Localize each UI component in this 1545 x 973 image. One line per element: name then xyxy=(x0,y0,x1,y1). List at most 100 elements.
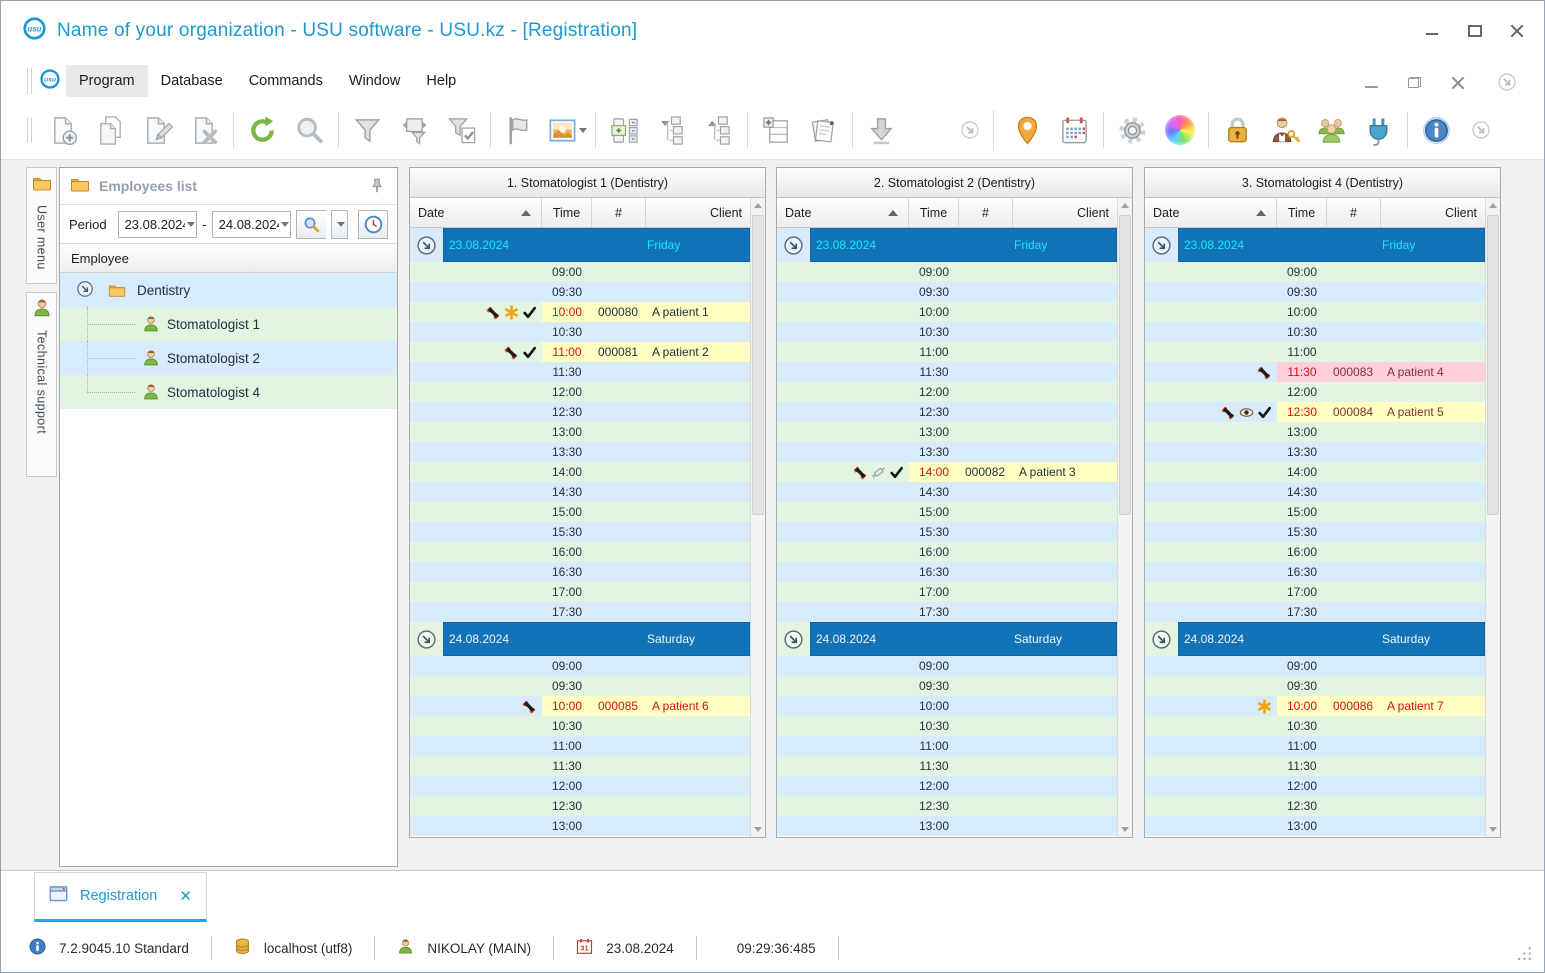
date-group-row[interactable]: 24.08.2024 Saturday xyxy=(777,622,1117,656)
time-slot-row[interactable]: 11:30 xyxy=(1145,756,1485,776)
column-header-number[interactable]: # xyxy=(959,198,1013,227)
slot-time[interactable]: 10:00 xyxy=(909,302,959,322)
time-slot-row[interactable]: 09:30 xyxy=(1145,676,1485,696)
mdi-close-button[interactable] xyxy=(1451,77,1464,88)
slot-time[interactable]: 16:00 xyxy=(1277,542,1327,562)
delete-document-button[interactable] xyxy=(181,106,228,154)
slot-time[interactable]: 11:30 xyxy=(909,756,959,776)
slot-time[interactable]: 13:00 xyxy=(1277,422,1327,442)
appointment-time[interactable]: 10:00 xyxy=(542,696,592,716)
slot-time[interactable]: 10:00 xyxy=(1277,302,1327,322)
vertical-scrollbar[interactable] xyxy=(1117,198,1132,837)
slot-time[interactable]: 13:30 xyxy=(542,442,592,462)
slot-time[interactable]: 09:30 xyxy=(542,676,592,696)
slot-time[interactable]: 17:30 xyxy=(909,602,959,622)
colors-button[interactable] xyxy=(1156,106,1203,154)
menu-item-program[interactable]: Program xyxy=(66,65,148,97)
scroll-down-icon[interactable] xyxy=(1118,822,1132,837)
appointment-number[interactable]: 000085 xyxy=(592,696,646,716)
time-slot-row[interactable]: 15:00 xyxy=(777,502,1117,522)
toolbar-overflow-chevron-icon[interactable] xyxy=(1468,117,1494,143)
time-slot-row[interactable]: 16:30 xyxy=(410,562,750,582)
slot-time[interactable]: 16:30 xyxy=(909,562,959,582)
date-group-row[interactable]: 24.08.2024 Saturday xyxy=(1145,622,1485,656)
time-slot-row[interactable]: 11:30 xyxy=(777,362,1117,382)
time-slot-row[interactable]: 12:30 xyxy=(410,796,750,816)
time-slot-row[interactable]: 10:00 xyxy=(777,696,1117,716)
mdi-minimize-button[interactable] xyxy=(1365,77,1378,88)
column-header-date[interactable]: Date xyxy=(410,198,542,227)
slot-time[interactable]: 16:30 xyxy=(542,562,592,582)
slot-time[interactable]: 17:00 xyxy=(909,582,959,602)
filter-confirm-button[interactable] xyxy=(438,106,485,154)
time-slot-row[interactable]: 14:00 xyxy=(1145,462,1485,482)
column-header-time[interactable]: Time xyxy=(909,198,959,227)
slot-time[interactable]: 13:00 xyxy=(542,816,592,836)
slot-time[interactable]: 15:30 xyxy=(909,522,959,542)
expand-circle-icon[interactable] xyxy=(783,235,804,256)
appointment-number[interactable]: 000086 xyxy=(1327,696,1381,716)
time-slot-row[interactable]: 10:00 xyxy=(1145,302,1485,322)
column-header-client[interactable]: Client xyxy=(1381,198,1485,227)
slot-time[interactable]: 10:30 xyxy=(1277,716,1327,736)
side-tab-user-menu[interactable]: User menu xyxy=(26,167,57,284)
time-slot-row[interactable]: 12:30 xyxy=(777,402,1117,422)
time-slot-row[interactable]: 11:30 xyxy=(410,362,750,382)
add-row-button[interactable] xyxy=(753,106,800,154)
time-slot-row[interactable]: 13:00 xyxy=(1145,422,1485,442)
scroll-up-icon[interactable] xyxy=(1118,198,1132,213)
grid-settings-button[interactable] xyxy=(601,106,648,154)
tab-close-icon[interactable]: ✕ xyxy=(179,887,192,905)
slot-time[interactable]: 10:00 xyxy=(909,696,959,716)
expand-circle-icon[interactable] xyxy=(76,280,96,300)
appointment-client[interactable]: A patient 4 xyxy=(1381,362,1485,382)
slot-time[interactable]: 11:30 xyxy=(542,362,592,382)
slot-time[interactable]: 11:00 xyxy=(909,736,959,756)
slot-time[interactable]: 12:30 xyxy=(909,402,959,422)
scrollbar-thumb[interactable] xyxy=(752,215,764,515)
slot-time[interactable]: 09:00 xyxy=(1277,262,1327,282)
appointment-number[interactable]: 000084 xyxy=(1327,402,1381,422)
window-close-button[interactable] xyxy=(1510,25,1524,37)
time-slot-row[interactable]: 11:00 xyxy=(777,342,1117,362)
time-slot-row[interactable]: 10:30 xyxy=(410,716,750,736)
search-button[interactable] xyxy=(296,209,326,239)
slot-time[interactable]: 13:00 xyxy=(542,422,592,442)
slot-time[interactable]: 17:30 xyxy=(542,602,592,622)
tree-item-stomatologist-2[interactable]: Stomatologist 2 xyxy=(60,341,397,375)
time-slot-row[interactable]: 12:30 xyxy=(410,402,750,422)
scroll-up-icon[interactable] xyxy=(1486,198,1500,213)
time-slot-row[interactable]: 14:30 xyxy=(777,482,1117,502)
slot-time[interactable]: 13:30 xyxy=(1277,442,1327,462)
scroll-down-icon[interactable] xyxy=(751,822,765,837)
time-slot-row[interactable]: 17:00 xyxy=(777,582,1117,602)
date-group-row[interactable]: 23.08.2024 Friday xyxy=(777,228,1117,262)
slot-time[interactable]: 11:00 xyxy=(909,342,959,362)
tree-group-dentistry[interactable]: Dentistry xyxy=(60,273,397,307)
slot-time[interactable]: 09:00 xyxy=(909,262,959,282)
column-header-number[interactable]: # xyxy=(1327,198,1381,227)
mdi-overflow-chevron-icon[interactable] xyxy=(1494,69,1520,95)
slot-time[interactable]: 10:30 xyxy=(542,322,592,342)
appointment-row[interactable]: 11:00 000081 A patient 2 xyxy=(410,342,750,362)
appointment-number[interactable]: 000081 xyxy=(592,342,646,362)
vertical-scrollbar[interactable] xyxy=(1485,198,1500,837)
employee-column-header[interactable]: Employee xyxy=(60,243,397,273)
mdi-restore-button[interactable] xyxy=(1408,76,1421,88)
menu-item-commands[interactable]: Commands xyxy=(236,65,336,97)
slot-time[interactable]: 09:30 xyxy=(909,676,959,696)
appointment-time[interactable]: 11:00 xyxy=(542,342,592,362)
plugins-button[interactable] xyxy=(1355,106,1402,154)
scrollbar-thumb[interactable] xyxy=(1487,215,1499,515)
expand-circle-icon[interactable] xyxy=(1151,629,1172,650)
time-slot-row[interactable]: 10:30 xyxy=(410,322,750,342)
menu-item-window[interactable]: Window xyxy=(336,65,414,97)
tab-registration[interactable]: Registration ✕ xyxy=(34,872,207,922)
menu-item-database[interactable]: Database xyxy=(148,65,236,97)
flag-button[interactable] xyxy=(496,106,543,154)
slot-time[interactable]: 12:30 xyxy=(909,796,959,816)
settings-button[interactable] xyxy=(1109,106,1156,154)
period-from-input[interactable]: 23.08.2024 xyxy=(117,210,198,238)
time-slot-row[interactable]: 11:00 xyxy=(777,736,1117,756)
filter-button[interactable] xyxy=(344,106,391,154)
